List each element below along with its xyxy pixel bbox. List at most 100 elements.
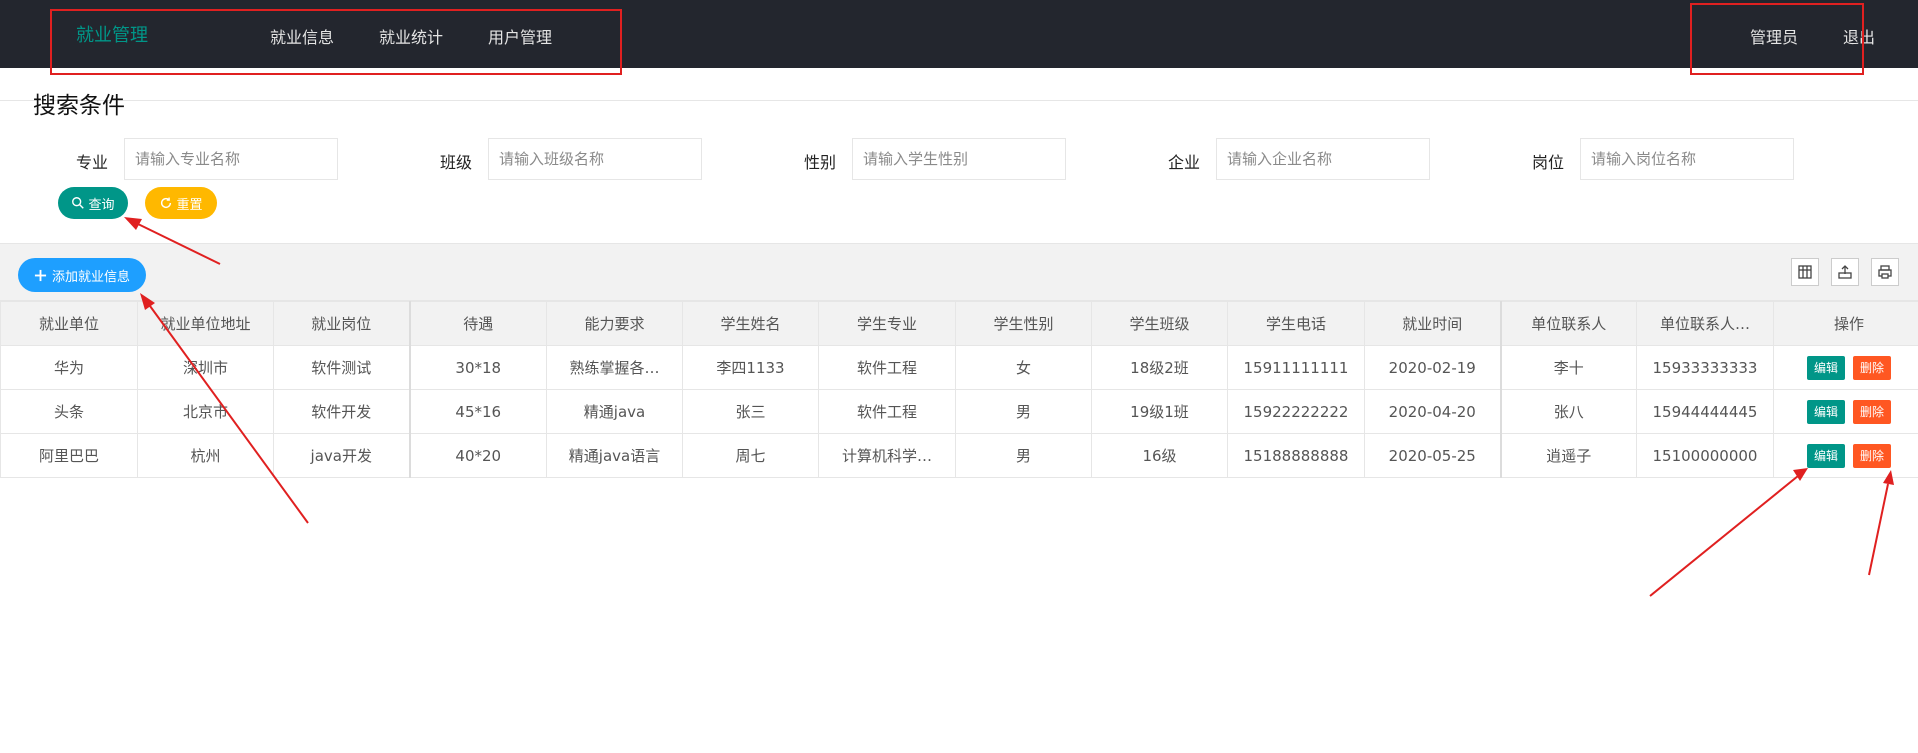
query-button[interactable]: 查询: [58, 187, 128, 219]
table-cell: 头条: [0, 389, 138, 434]
table-cell: 计算机科学…: [818, 433, 956, 478]
nav-employment-info[interactable]: 就业信息: [270, 24, 334, 48]
employment-table: 就业单位 就业单位地址 就业岗位 待遇 能力要求 学生姓名 学生专业 学生性别 …: [0, 301, 1918, 478]
class-label: 班级: [439, 153, 472, 172]
table-cell: 精通java语言: [546, 433, 683, 478]
table-cell: 李四1133: [682, 345, 819, 390]
column-header: 操作: [1773, 301, 1918, 346]
table-cell: 男: [955, 433, 1092, 478]
table-cell: 16级: [1091, 433, 1228, 478]
table-header-row: 就业单位 就业单位地址 就业岗位 待遇 能力要求 学生姓名 学生专业 学生性别 …: [0, 301, 1918, 346]
table-cell: 李十: [1499, 345, 1637, 390]
actions-cell: 编辑 删除: [1773, 433, 1918, 478]
column-header[interactable]: 就业岗位: [273, 301, 410, 346]
column-header[interactable]: 就业单位地址: [137, 301, 274, 346]
delete-button[interactable]: 删除: [1853, 355, 1891, 380]
table-cell: 阿里巴巴: [0, 433, 138, 478]
plus-icon: [34, 269, 47, 281]
table-cell: 熟练掌握各…: [546, 345, 683, 390]
table-cell: 18级2班: [1091, 345, 1228, 390]
table-cell: 深圳市: [137, 345, 274, 390]
class-input[interactable]: [488, 138, 702, 180]
table-toolbar: 添加就业信息: [0, 243, 1918, 301]
table-cell: 30*18: [408, 345, 547, 390]
column-header[interactable]: 学生班级: [1091, 301, 1228, 346]
table-cell: 2020-04-20: [1364, 389, 1501, 434]
table-cell: 15100000000: [1636, 433, 1774, 478]
table-cell: 精通java: [546, 389, 683, 434]
column-header[interactable]: 能力要求: [546, 301, 683, 346]
top-navbar: 就业管理 就业信息 就业统计 用户管理 管理员 退出: [0, 0, 1918, 68]
table-cell: 2020-02-19: [1364, 345, 1501, 390]
table-cell: 软件工程: [818, 389, 956, 434]
edit-button[interactable]: 编辑: [1807, 399, 1845, 424]
company-input[interactable]: [1216, 138, 1430, 180]
print-icon[interactable]: [1871, 258, 1899, 286]
annotation-arrow: [1649, 475, 1799, 597]
reset-button-label: 重置: [176, 197, 203, 213]
table-cell: java开发: [273, 433, 410, 478]
delete-button[interactable]: 删除: [1853, 443, 1891, 468]
column-header[interactable]: 学生性别: [955, 301, 1092, 346]
current-user[interactable]: 管理员: [1750, 24, 1798, 48]
search-icon: [72, 197, 85, 209]
table-cell: 2020-05-25: [1364, 433, 1501, 478]
table-cell: 周七: [682, 433, 819, 478]
edit-button[interactable]: 编辑: [1807, 355, 1845, 380]
table-cell: 张三: [682, 389, 819, 434]
column-header[interactable]: 待遇: [408, 301, 547, 346]
column-header[interactable]: 学生专业: [818, 301, 956, 346]
add-employment-label: 添加就业信息: [51, 269, 130, 285]
table-cell: 张八: [1499, 389, 1637, 434]
table-row[interactable]: 阿里巴巴 杭州 java开发 40*20 精通java语言 周七 计算机科学… …: [0, 433, 1918, 478]
nav-user-management[interactable]: 用户管理: [488, 24, 552, 48]
add-employment-button[interactable]: 添加就业信息: [18, 258, 146, 292]
table-row[interactable]: 头条 北京市 软件开发 45*16 精通java 张三 软件工程 男 19级1班…: [0, 389, 1918, 434]
nav-employment-stats[interactable]: 就业统计: [379, 24, 443, 48]
position-label: 岗位: [1531, 153, 1564, 172]
major-input[interactable]: [124, 138, 338, 180]
gender-input[interactable]: [852, 138, 1066, 180]
refresh-icon: [161, 197, 172, 209]
table-cell: 女: [955, 345, 1092, 390]
column-header[interactable]: 就业单位: [0, 301, 138, 346]
major-label: 专业: [75, 153, 108, 172]
column-header[interactable]: 学生电话: [1227, 301, 1365, 346]
edit-button[interactable]: 编辑: [1807, 443, 1845, 468]
table-row[interactable]: 华为 深圳市 软件测试 30*18 熟练掌握各… 李四1133 软件工程 女 1…: [0, 345, 1918, 390]
actions-cell: 编辑 删除: [1773, 345, 1918, 390]
query-button-label: 查询: [88, 197, 115, 213]
export-icon[interactable]: [1831, 258, 1859, 286]
company-label: 企业: [1167, 153, 1200, 172]
logout-link[interactable]: 退出: [1843, 24, 1875, 48]
column-header[interactable]: 学生姓名: [682, 301, 819, 346]
search-divider: [0, 100, 1918, 101]
columns-icon[interactable]: [1791, 258, 1819, 286]
annotation-arrow: [1868, 483, 1889, 576]
table-cell: 软件工程: [818, 345, 956, 390]
table-cell: 19级1班: [1091, 389, 1228, 434]
table-cell: 华为: [0, 345, 138, 390]
arrowhead: [124, 217, 142, 230]
table-cell: 45*16: [408, 389, 547, 434]
table-cell: 15933333333: [1636, 345, 1774, 390]
table-cell: 软件测试: [273, 345, 410, 390]
column-header[interactable]: 就业时间: [1364, 301, 1501, 346]
position-input[interactable]: [1580, 138, 1794, 180]
table-cell: 40*20: [408, 433, 547, 478]
brand-logo[interactable]: 就业管理: [76, 21, 148, 47]
search-section-title: 搜索条件: [33, 93, 125, 119]
delete-button[interactable]: 删除: [1853, 399, 1891, 424]
table-cell: 15944444445: [1636, 389, 1774, 434]
table-cell: 15911111111: [1227, 345, 1365, 390]
column-header[interactable]: 单位联系人…: [1636, 301, 1774, 346]
table-cell: 北京市: [137, 389, 274, 434]
table-cell: 软件开发: [273, 389, 410, 434]
table-cell: 15188888888: [1227, 433, 1365, 478]
table-cell: 逍遥子: [1499, 433, 1637, 478]
reset-button[interactable]: 重置: [145, 187, 217, 219]
actions-cell: 编辑 删除: [1773, 389, 1918, 434]
table-cell: 杭州: [137, 433, 274, 478]
gender-label: 性别: [803, 153, 836, 172]
column-header[interactable]: 单位联系人: [1499, 301, 1637, 346]
